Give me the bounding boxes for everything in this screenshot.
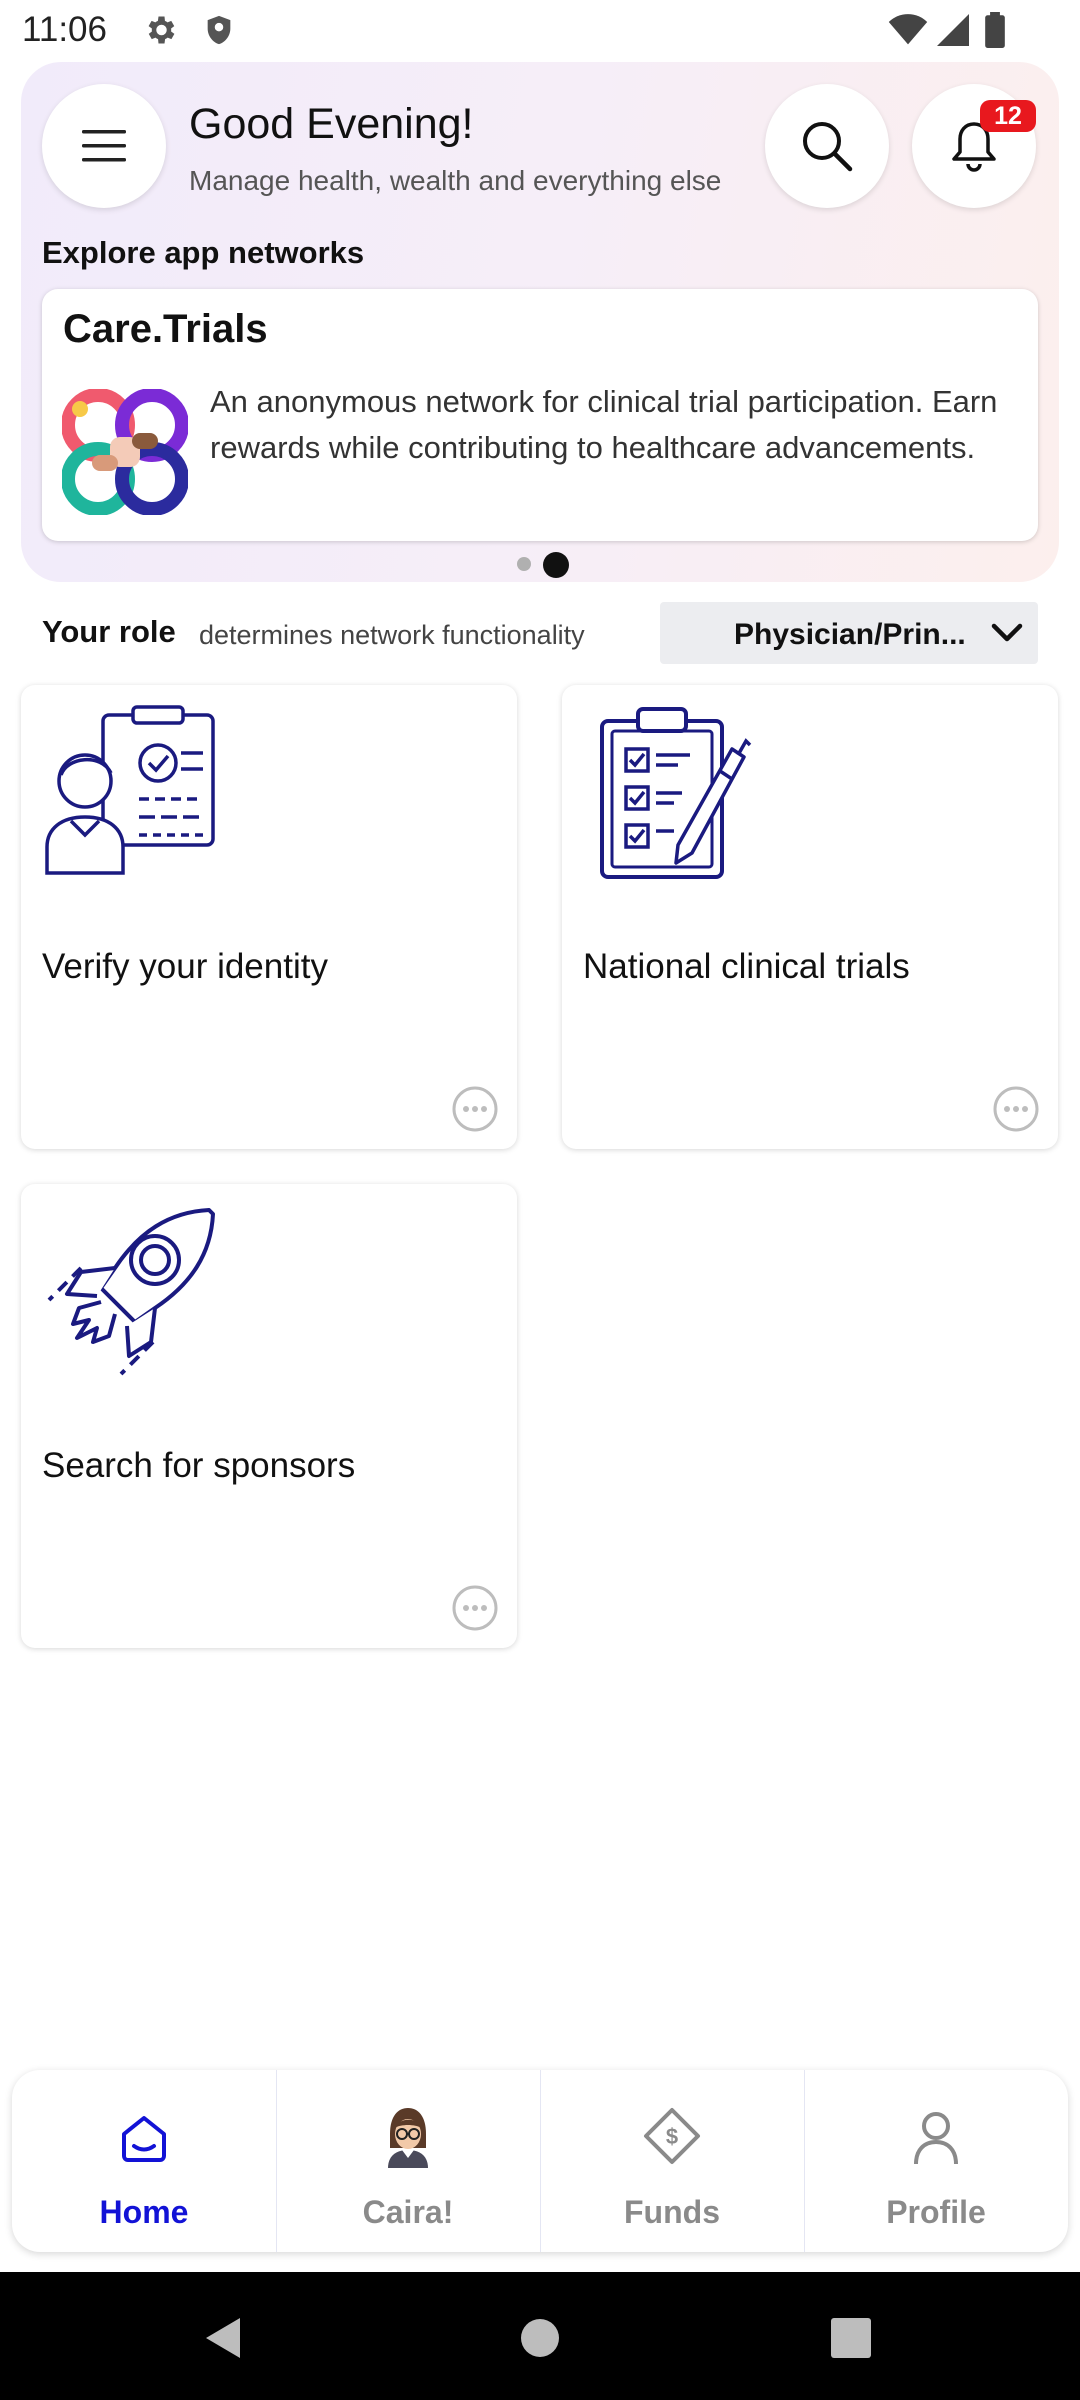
- nav-item-funds[interactable]: $ Funds: [540, 2070, 804, 2252]
- search-button[interactable]: [765, 84, 889, 208]
- nav-label-home: Home: [99, 2194, 189, 2230]
- carousel-dot-2-active[interactable]: [543, 552, 569, 578]
- greeting-subtitle: Manage health, wealth and everything els…: [189, 165, 722, 196]
- status-time: 11:06: [22, 10, 107, 49]
- system-navigation-bar: [0, 2272, 1080, 2400]
- tile-search-sponsors[interactable]: Search for sponsors: [21, 1184, 517, 1648]
- bottom-navigation: Home Caira! $ Funds Profile: [12, 2070, 1068, 2252]
- recents-icon[interactable]: [831, 2318, 871, 2358]
- tile-label: Search for sponsors: [42, 1446, 356, 1485]
- tile-label: Verify your identity: [42, 947, 328, 986]
- carousel-dot-1[interactable]: [517, 557, 531, 571]
- nav-label-profile: Profile: [886, 2194, 986, 2230]
- menu-button[interactable]: [42, 84, 166, 208]
- tile-national-clinical-trials[interactable]: National clinical trials: [562, 685, 1058, 1149]
- back-icon[interactable]: [204, 2316, 244, 2360]
- notification-count-badge: 12: [980, 100, 1036, 132]
- hamburger-menu-icon: [82, 130, 126, 162]
- network-card-care-trials[interactable]: Care.Trials An anonymous network for cli…: [42, 289, 1038, 541]
- cellular-signal-icon: [937, 14, 969, 46]
- settings-icon: [148, 16, 175, 44]
- funds-icon: $: [644, 2108, 700, 2164]
- role-selected-value: Physician/Prin...: [734, 618, 966, 651]
- nav-item-home[interactable]: Home: [12, 2070, 276, 2252]
- care-trials-logo-icon: [62, 389, 188, 515]
- chevron-down-icon: [991, 623, 1023, 642]
- more-options-icon[interactable]: [451, 1584, 499, 1632]
- explore-heading: Explore app networks: [42, 235, 365, 270]
- more-options-icon[interactable]: [992, 1085, 1040, 1133]
- greeting-title: Good Evening!: [189, 100, 474, 148]
- role-description: determines network functionality: [199, 620, 585, 650]
- profile-icon: [914, 2112, 958, 2165]
- role-dropdown[interactable]: Physician/Prin...: [660, 602, 1038, 664]
- tile-label: National clinical trials: [583, 947, 910, 986]
- nav-item-caira[interactable]: Caira!: [276, 2070, 540, 2252]
- status-bar: 11:06: [0, 0, 1080, 62]
- nav-item-profile[interactable]: Profile: [804, 2070, 1068, 2252]
- role-label: Your role: [42, 614, 176, 649]
- more-options-icon[interactable]: [451, 1085, 499, 1133]
- clipboard-checklist-icon: [600, 707, 752, 879]
- shield-icon: [207, 15, 231, 45]
- wifi-icon: [888, 14, 928, 45]
- tile-verify-identity[interactable]: Verify your identity: [21, 685, 517, 1149]
- home-circle-icon[interactable]: [520, 2318, 560, 2358]
- nav-label-funds: Funds: [624, 2194, 720, 2230]
- battery-icon: [985, 12, 1005, 48]
- caira-avatar-icon: [388, 2108, 428, 2168]
- search-icon: [803, 122, 853, 172]
- rocket-icon: [47, 1208, 215, 1376]
- home-icon: [122, 2116, 166, 2162]
- identity-verification-icon: [45, 705, 215, 875]
- svg-text:$: $: [666, 2124, 678, 2149]
- network-title: Care.Trials: [63, 307, 268, 351]
- nav-label-caira: Caira!: [362, 2194, 454, 2230]
- network-description: An anonymous network for clinical trial …: [210, 384, 998, 465]
